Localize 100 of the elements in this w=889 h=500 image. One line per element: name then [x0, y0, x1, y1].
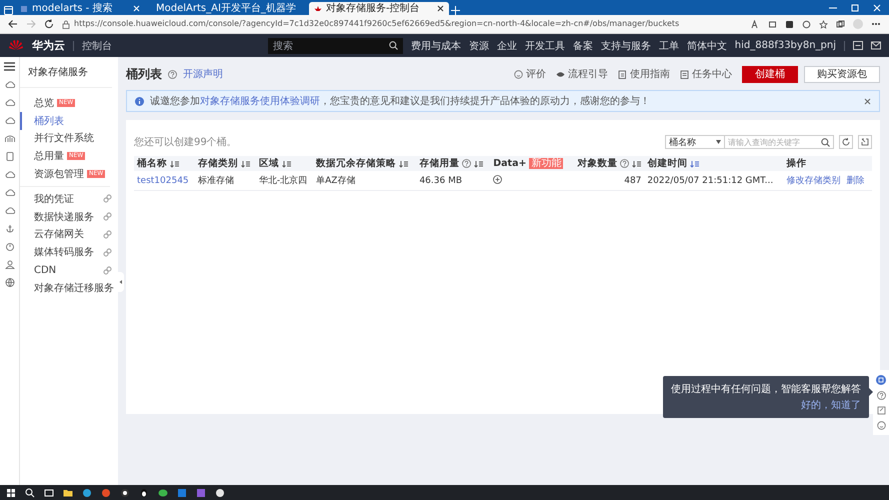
- bucket-link[interactable]: test102545: [137, 176, 189, 186]
- maximize-icon[interactable]: [851, 4, 859, 12]
- reload-icon[interactable]: [44, 19, 54, 29]
- smiley-icon[interactable]: [876, 421, 886, 430]
- phone-icon[interactable]: [4, 152, 14, 161]
- menu-icon[interactable]: [4, 62, 15, 71]
- nav-link[interactable]: 企业: [496, 38, 517, 52]
- windows-icon[interactable]: [6, 488, 16, 498]
- sort-icon[interactable]: [170, 160, 179, 168]
- collapse-handle[interactable]: [117, 272, 124, 292]
- info-icon: [135, 96, 144, 106]
- help-icon[interactable]: [876, 391, 886, 400]
- dismiss-link[interactable]: 好的，知道了: [801, 398, 861, 412]
- tab-actions-icon[interactable]: [4, 6, 13, 15]
- sidebar-item[interactable]: 我的凭证: [20, 190, 118, 208]
- export-button[interactable]: [858, 135, 872, 149]
- toolbar-link[interactable]: 评价: [514, 67, 546, 81]
- column-header: 区域: [256, 156, 314, 171]
- new-tab-icon[interactable]: [451, 6, 460, 15]
- column-header: 桶名称: [134, 156, 195, 171]
- lock-icon: [62, 20, 70, 28]
- browser-icon[interactable]: [82, 488, 92, 498]
- task-view-icon[interactable]: [44, 488, 54, 498]
- message-icon[interactable]: [871, 41, 881, 50]
- column-header: 操作: [783, 156, 872, 171]
- nav-link[interactable]: 工单: [658, 38, 679, 52]
- chat-icon[interactable]: [876, 375, 886, 385]
- sidebar-item[interactable]: 并行文件系统: [20, 130, 118, 148]
- filter-dropdown[interactable]: 桶名称: [665, 135, 725, 149]
- sidebar-item[interactable]: 媒体转码服务: [20, 243, 118, 262]
- sidebar-item[interactable]: 桶列表: [20, 112, 118, 130]
- browser-tab[interactable]: 对象存储服务-控制台: [309, 2, 449, 15]
- sort-icon[interactable]: [399, 160, 408, 168]
- sidebar-item[interactable]: 对象存储迁移服务: [20, 278, 118, 297]
- nav-link[interactable]: 资源: [468, 38, 489, 52]
- action-link[interactable]: 删除: [846, 174, 864, 187]
- power-icon[interactable]: [4, 242, 14, 251]
- sort-icon[interactable]: [632, 160, 642, 168]
- column-header: Data+ 新功能: [490, 156, 571, 171]
- close-icon[interactable]: [864, 98, 871, 104]
- quota-text: 您还可以创建99个桶。: [134, 136, 237, 149]
- search-field[interactable]: 搜索: [268, 38, 403, 54]
- favorites-icon[interactable]: [819, 20, 828, 28]
- anchor-icon[interactable]: [4, 224, 14, 233]
- close-icon[interactable]: [437, 5, 444, 12]
- chat-icon[interactable]: [158, 488, 168, 498]
- toolbar-link[interactable]: 流程引导: [556, 67, 608, 81]
- bridge-icon[interactable]: [4, 134, 14, 143]
- nav-link[interactable]: 开发工具: [524, 38, 565, 52]
- collections-icon[interactable]: [836, 20, 845, 28]
- console-link[interactable]: 控制台: [82, 38, 112, 52]
- console-icon[interactable]: [853, 41, 863, 50]
- sort-icon[interactable]: [282, 160, 291, 168]
- read-aloud-icon[interactable]: [751, 20, 760, 28]
- brand-name[interactable]: 华为云: [32, 38, 65, 53]
- nav-link[interactable]: 备案: [572, 38, 593, 52]
- toolbar-link[interactable]: 任务中心: [680, 67, 732, 81]
- browser-tab[interactable]: modelarts - 搜索: [15, 2, 145, 15]
- extension-icon[interactable]: [785, 20, 794, 28]
- toolbar-link[interactable]: 使用指南: [618, 67, 670, 81]
- add-circle-icon[interactable]: [493, 174, 502, 184]
- survey-link[interactable]: 对象存储服务使用体验调研: [200, 96, 320, 107]
- export-icon: [861, 138, 869, 146]
- refresh-icon: [842, 138, 850, 146]
- nav-link[interactable]: 费用与成本: [410, 38, 461, 52]
- column-header: 存储类别: [194, 156, 256, 171]
- globe-icon[interactable]: [4, 278, 14, 287]
- sort-icon[interactable]: [690, 160, 700, 168]
- sidebar-item[interactable]: 数据快递服务: [20, 208, 118, 226]
- create-bucket-button[interactable]: 创建桶: [742, 66, 798, 82]
- flower-logo-icon[interactable]: [8, 38, 24, 52]
- sidebar-item[interactable]: 云存储网关: [20, 226, 118, 244]
- apps-icon[interactable]: [768, 20, 777, 28]
- new-feature-badge: 新功能: [529, 158, 564, 169]
- help-icon[interactable]: [168, 70, 177, 78]
- more-icon[interactable]: [871, 22, 881, 26]
- caret-icon: [716, 140, 721, 144]
- table-cell: 华北-北京四: [256, 171, 314, 190]
- folder-icon[interactable]: [63, 488, 73, 498]
- search-icon[interactable]: [25, 488, 35, 498]
- nav-link[interactable]: 支持与服务: [600, 38, 651, 52]
- sort-icon[interactable]: [474, 160, 484, 168]
- page-icon: [20, 4, 28, 12]
- clipboard-icon: [680, 70, 689, 78]
- nav-link[interactable]: 简体中文: [686, 38, 727, 52]
- browser-tab[interactable]: ModelArts_AI开发平台_机器学: [147, 2, 307, 15]
- sidebar-item[interactable]: CDN: [20, 261, 118, 279]
- refresh-icon[interactable]: [802, 20, 811, 28]
- buy-package-button[interactable]: 购买资源包: [804, 66, 880, 82]
- refresh-button[interactable]: [839, 135, 853, 149]
- help-icon[interactable]: [620, 159, 630, 168]
- back-icon[interactable]: [8, 19, 18, 29]
- open-source-link[interactable]: 开源声明: [183, 67, 223, 81]
- action-link[interactable]: 修改存储类别: [786, 174, 840, 187]
- survey-message: 诚邀您参加对象存储服务使用体验调研，您宝贵的意见和建议是我们持续提升产品体验的原动力，感谢您的参与！: [150, 94, 651, 108]
- sort-icon[interactable]: [240, 160, 250, 168]
- help-icon[interactable]: [462, 159, 472, 168]
- search-icon[interactable]: [388, 41, 398, 50]
- edit-icon[interactable]: [876, 406, 886, 415]
- user-menu[interactable]: hid_888f33by8n_pnj: [734, 40, 836, 51]
